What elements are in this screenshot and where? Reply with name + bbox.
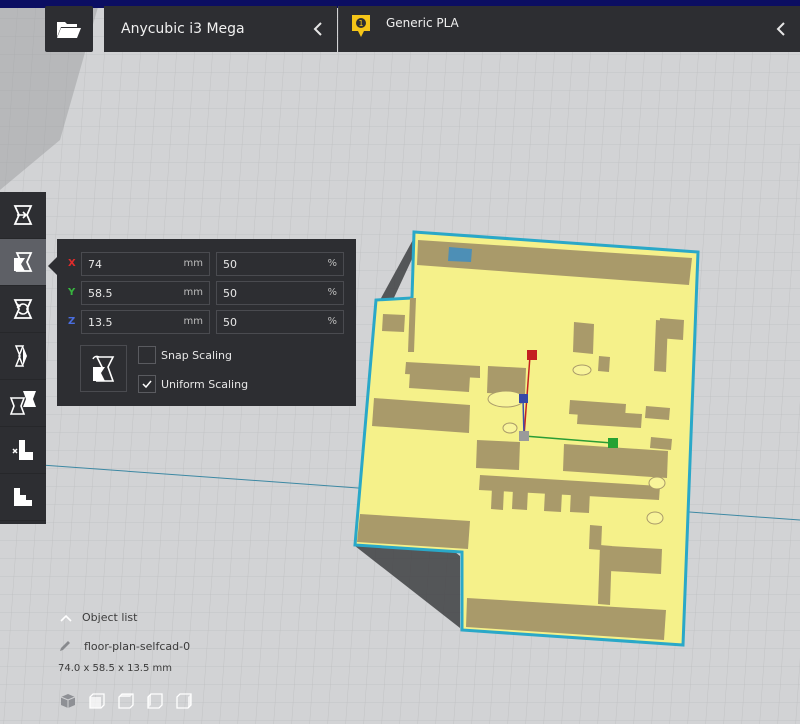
scale-row-y: Y 58.5 mm 50 % [57, 281, 356, 307]
z-percent-value: 50 [223, 315, 237, 329]
object-list-title: Object list [82, 611, 138, 624]
object-name: floor-plan-selfcad-0 [84, 639, 191, 653]
object-dimensions: 74.0 x 58.5 x 13.5 mm [58, 663, 173, 674]
object-list-toggle[interactable]: Object list [60, 611, 137, 624]
y-percent-value: 50 [223, 286, 237, 300]
mirror-icon [14, 345, 27, 367]
scale-row-x: X 74 mm 50 % [57, 252, 356, 278]
x-size-value: 74 [88, 257, 102, 271]
axis-label-x: X [68, 258, 76, 269]
axis-label-y: Y [68, 287, 76, 298]
scale-handle-z[interactable] [527, 350, 537, 360]
scale-preview-box [80, 345, 127, 392]
printer-name: Anycubic i3 Mega [121, 21, 245, 37]
move-tool[interactable] [0, 192, 46, 239]
scale-tool[interactable] [0, 239, 46, 286]
view-left-icon[interactable] [145, 692, 165, 710]
z-size-input[interactable]: 13.5 mm [81, 310, 210, 334]
z-size-value: 13.5 [88, 315, 113, 329]
x-percent-unit: % [327, 258, 337, 269]
view-right-icon[interactable] [174, 692, 194, 710]
view-top-icon[interactable] [116, 692, 136, 710]
chevron-left-icon [313, 22, 322, 36]
y-percent-unit: % [327, 287, 337, 298]
layer-steps-tool[interactable] [0, 474, 46, 521]
x-percent-value: 50 [223, 257, 237, 271]
chevron-up-icon [60, 614, 72, 622]
steps-icon [14, 488, 32, 506]
per-model-settings-icon [9, 391, 36, 415]
object-name-row[interactable]: floor-plan-selfcad-0 [58, 639, 190, 653]
snap-scaling-label: Snap Scaling [161, 348, 233, 362]
z-percent-input[interactable]: 50 % [216, 310, 344, 334]
per-model-settings-tool[interactable] [0, 380, 46, 427]
scale-row-z: Z 13.5 mm 50 % [57, 310, 356, 336]
axis-label-z: Z [68, 316, 76, 327]
x-size-unit: mm [183, 258, 203, 269]
x-size-input[interactable]: 74 mm [81, 252, 210, 276]
scale-handle-center[interactable] [519, 431, 529, 441]
z-percent-unit: % [327, 316, 337, 327]
scale-to-fit-icon [91, 355, 114, 382]
scale-handle-y[interactable] [519, 394, 528, 403]
tool-sidebar [0, 192, 46, 524]
y-size-value: 58.5 [88, 286, 113, 300]
uniform-scaling-label: Uniform Scaling [161, 377, 249, 391]
checkmark-icon [142, 380, 152, 389]
snap-scaling-box[interactable] [138, 346, 156, 364]
z-size-unit: mm [183, 316, 203, 327]
scale-icon [14, 252, 33, 272]
x-percent-input[interactable]: 50 % [216, 252, 344, 276]
material-name: Generic PLA [386, 16, 459, 30]
view-3d-icon[interactable] [58, 692, 78, 710]
pencil-icon [60, 641, 70, 651]
folder-open-icon [57, 22, 81, 38]
view-front-icon[interactable] [87, 692, 107, 710]
mirror-tool[interactable] [0, 333, 46, 380]
y-size-unit: mm [183, 287, 203, 298]
camera-view-buttons [58, 692, 203, 710]
y-percent-input[interactable]: 50 % [216, 281, 344, 305]
open-file-button[interactable] [45, 6, 93, 52]
support-blocker-icon [12, 440, 33, 460]
scale-tool-panel: X 74 mm 50 % Y 58.5 mm 50 % Z 13.5 mm 50… [48, 239, 356, 406]
scale-handle-x[interactable] [608, 438, 618, 448]
move-icon [13, 205, 33, 225]
uniform-scaling-checkbox[interactable]: Uniform Scaling [138, 374, 248, 394]
extruder-badge-icon: 1 [352, 15, 370, 37]
y-size-input[interactable]: 58.5 mm [81, 281, 210, 305]
material-selector[interactable]: 1 Generic PLA [338, 6, 800, 52]
extruder-number: 1 [358, 19, 363, 28]
uniform-scaling-box[interactable] [138, 375, 156, 393]
chevron-left-icon [776, 22, 785, 36]
rotate-icon [13, 299, 33, 319]
snap-scaling-checkbox[interactable]: Snap Scaling [138, 345, 232, 365]
support-blocker-tool[interactable] [0, 427, 46, 474]
rotate-tool[interactable] [0, 286, 46, 333]
printer-selector[interactable]: Anycubic i3 Mega [104, 6, 337, 52]
